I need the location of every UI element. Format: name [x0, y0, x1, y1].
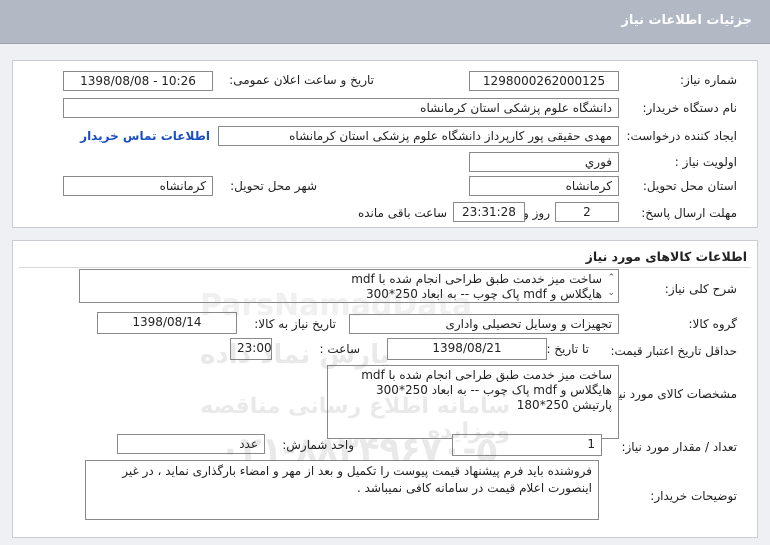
unit-label: واحد شمارش:	[282, 438, 354, 452]
spec-line-2: هایگلاس و mdf پاک چوب -- به ابعاد 250*30…	[376, 383, 612, 397]
need-date-label: تاریخ نیاز به کالا:	[254, 317, 336, 331]
group-label: گروه کالا:	[688, 317, 738, 331]
goods-panel: اطلاعات کالاهای مورد نیاز شرح کلی نیاز: …	[12, 240, 758, 538]
buyer-org-label: نام دستگاه خریدار:	[642, 101, 738, 115]
general-desc-field: ساخت میز خدمت طبق طراحی انجام شده با mdf…	[79, 269, 619, 303]
deadline-label: مهلت ارسال پاسخ:	[641, 206, 737, 220]
unit-field: عدد	[117, 434, 265, 454]
general-desc-label: شرح کلی نیاز:	[664, 282, 737, 296]
creator-field: مهدی حقیقی پور کارپرداز دانشگاه علوم پزش…	[218, 126, 619, 146]
province-label: استان محل تحویل:	[642, 179, 737, 193]
province-field: کرمانشاه	[469, 176, 619, 196]
general-desc-line-1: ساخت میز خدمت طبق طراحی انجام شده با mdf	[351, 272, 602, 286]
creator-label: ایجاد کننده درخواست:	[626, 129, 737, 143]
buyer-notes-label: توضیحات خریدار:	[650, 489, 737, 503]
spec-line-1: ساخت میز خدمت طبق طراحی انجام شده با mdf	[361, 368, 612, 382]
days-word: روز و	[523, 206, 550, 220]
need-date-field: 1398/08/14	[97, 312, 237, 334]
buyer-contact-link[interactable]: اطلاعات تماس خریدار	[80, 129, 210, 143]
deadline-days-field: 2	[555, 202, 619, 222]
need-number-label: شماره نیاز:	[680, 73, 737, 87]
page-title: جزئیات اطلاعات نیاز	[621, 13, 752, 28]
hour-field: 23:00	[230, 338, 272, 360]
section-divider	[19, 267, 751, 268]
buyer-org-field: دانشگاه علوم پزشکی استان کرمانشاه	[63, 98, 619, 118]
spec-field: ساخت میز خدمت طبق طراحی انجام شده با mdf…	[327, 365, 619, 439]
remaining-word: ساعت باقی مانده	[357, 206, 447, 220]
price-validity-label: حداقل تاریخ اعتبار قیمت:	[610, 344, 737, 358]
scroll-arrows-icon[interactable]: ⌃ ⌄	[607, 271, 615, 301]
quantity-field: 1	[452, 434, 602, 456]
goods-section-title: اطلاعات کالاهای مورد نیاز	[585, 249, 747, 264]
general-desc-line-2: هایگلاس و mdf پاک چوب -- به ابعاد 250*30…	[366, 287, 602, 301]
to-date-label: تا تاریخ :	[546, 342, 589, 356]
priority-label: اولویت نیاز :	[674, 155, 737, 169]
city-field: کرمانشاه	[63, 176, 213, 196]
spec-line-3: پارتیشن 250*180	[516, 398, 612, 412]
buyer-notes-field: فروشنده باید فرم پیشنهاد قیمت پیوست را ت…	[85, 460, 599, 520]
hour-label: ساعت :	[319, 342, 360, 356]
announce-datetime-field: 1398/08/08 - 10:26	[63, 71, 213, 91]
group-field: تجهیزات و وسایل تحصیلی واداری	[349, 314, 619, 334]
priority-field: فوري	[469, 152, 619, 172]
page-header: جزئیات اطلاعات نیاز	[0, 0, 770, 44]
announce-label: تاریخ و ساعت اعلان عمومی:	[229, 73, 374, 87]
spec-label: مشخصات کالای مورد نیاز:	[605, 387, 737, 401]
quantity-label: تعداد / مقدار مورد نیاز:	[621, 440, 737, 454]
need-number-field: 1298000262000125	[469, 71, 619, 91]
deadline-time-field: 23:31:28	[453, 202, 525, 222]
to-date-field: 1398/08/21	[387, 338, 547, 360]
need-info-panel: شماره نیاز: 1298000262000125 تاریخ و ساع…	[12, 60, 758, 228]
city-label: شهر محل تحویل:	[230, 179, 317, 193]
